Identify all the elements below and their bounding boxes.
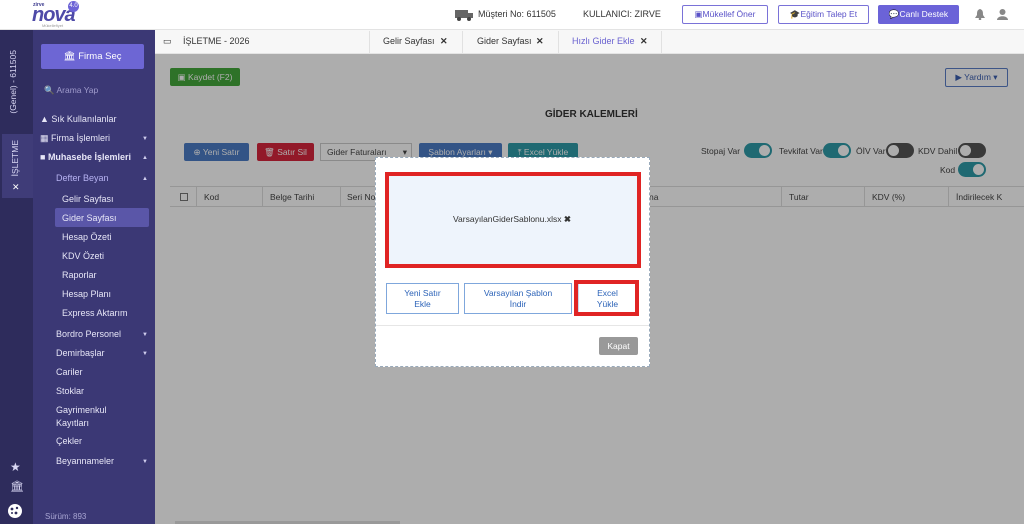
user-plus-icon: ▣ (694, 9, 703, 19)
company-code-label: (Genel) - 611505 (8, 50, 18, 114)
star-icon[interactable]: ★ (10, 460, 21, 474)
sidebar-item-accounting[interactable]: ■ Muhasebe İşlemleri (40, 152, 131, 162)
tab-divider (661, 31, 662, 53)
graduation-cap-icon: 🎓 (789, 9, 801, 19)
chevron-down-icon: ▼ (142, 136, 148, 142)
sidebar-item-hesap-plani[interactable]: Hesap Planı (62, 289, 111, 299)
building-icon: ▦ (40, 133, 52, 143)
close-icon[interactable]: ✕ (12, 182, 20, 193)
sidebar-item-favorites[interactable]: ▲ Sık Kullanılanlar (40, 114, 116, 124)
tab-divider (462, 31, 463, 53)
sidebar-item-gayrimenkul-2[interactable]: Kayıtları (56, 418, 89, 428)
taxpayer-suggest-button[interactable]: ▣ Mükellef Öner (682, 5, 768, 24)
firma-select-button[interactable]: 🏛 Firma Seç (41, 44, 144, 69)
sidebar-item-express[interactable]: Express Aktarım (62, 308, 128, 318)
bell-icon[interactable] (975, 9, 985, 20)
nova-logo[interactable]: zirve nova 4.0 Mükellefiyet (32, 1, 80, 29)
sidebar-search-input[interactable]: 🔍 Arama Yap (44, 85, 144, 97)
sidebar-item-kdv-ozeti[interactable]: KDV Özeti (62, 251, 104, 261)
close-icon[interactable]: ✕ (440, 36, 448, 47)
sidebar-item-bordro[interactable]: Bordro Personel (56, 329, 121, 339)
sidebar-item-gelir[interactable]: Gelir Sayfası (62, 194, 114, 204)
user-icon[interactable] (997, 9, 1008, 20)
bank-icon[interactable]: 🏛 (10, 480, 24, 493)
download-template-button[interactable]: Varsayılan Şablon İndir (464, 283, 572, 314)
excel-upload-highlight (574, 280, 639, 316)
username: KULLANICI: ZIRVE (583, 9, 661, 19)
sidebar-item-firm-ops[interactable]: ▦ Firma İşlemleri (40, 133, 110, 144)
version-label: Sürüm: 893 (45, 512, 87, 521)
selected-file-name: VarsayılanGiderSablonu.xlsx ✖ (453, 214, 572, 224)
sidebar-item-cekler[interactable]: Çekler (56, 436, 82, 446)
briefcase-icon: ■ (40, 152, 48, 162)
sidebar-item-hesap-ozeti[interactable]: Hesap Özeti (62, 232, 112, 242)
page-title: İŞLETME - 2026 (183, 36, 250, 46)
chevron-down-icon: ▼ (142, 459, 148, 465)
modal-new-row-button[interactable]: Yeni Satır Ekle (386, 283, 459, 314)
close-modal-button[interactable]: Kapat (599, 337, 638, 355)
tab-divider (369, 31, 370, 53)
company-strip: (Genel) - 611505 İŞLETME ✕ ★ 🏛 (0, 30, 33, 524)
chevron-down-icon: ▼ (142, 332, 148, 338)
sidebar-item-stoklar[interactable]: Stoklar (56, 386, 84, 396)
sidebar-item-gider[interactable]: Gider Sayfası (62, 213, 117, 223)
page-icon: ▭ (163, 36, 172, 46)
sidebar-item-beyannameler[interactable]: Beyannameler (56, 456, 114, 466)
chevron-up-icon: ▲ (142, 176, 148, 182)
sidebar-item-gayrimenkul[interactable]: Gayrimenkul (56, 405, 107, 415)
sidebar-item-demirbas[interactable]: Demirbaşlar (56, 348, 105, 358)
sidebar-item-raporlar[interactable]: Raporlar (62, 270, 97, 280)
tab-hizli-gider[interactable]: Hızlı Gider Ekle (572, 36, 635, 46)
bank-icon: 🏛 (63, 51, 79, 62)
sidebar-item-defter-beyan[interactable]: Defter Beyan (56, 173, 109, 183)
bank-icon: ▲ (40, 114, 52, 124)
customer-number: Müşteri No: 611505 (478, 9, 556, 19)
remove-file-icon[interactable]: ✖ (564, 214, 571, 224)
cookie-icon[interactable] (7, 503, 23, 519)
training-request-button[interactable]: 🎓 Eğitim Talep Et (778, 5, 869, 24)
close-icon[interactable]: ✕ (536, 36, 544, 47)
sidebar-item-cariler[interactable]: Cariler (56, 367, 83, 377)
close-icon[interactable]: ✕ (640, 36, 648, 47)
modal-divider (376, 325, 649, 326)
van-icon (455, 10, 473, 21)
chevron-up-icon: ▲ (142, 155, 148, 161)
chevron-down-icon: ▼ (142, 351, 148, 357)
chat-icon: 💬 (888, 9, 900, 19)
search-icon: 🔍 (44, 85, 57, 95)
live-support-button[interactable]: 💬 Canlı Destek (878, 5, 959, 24)
tab-divider (558, 31, 559, 53)
tab-gider[interactable]: Gider Sayfası (477, 36, 532, 46)
tab-gelir[interactable]: Gelir Sayfası (383, 36, 435, 46)
